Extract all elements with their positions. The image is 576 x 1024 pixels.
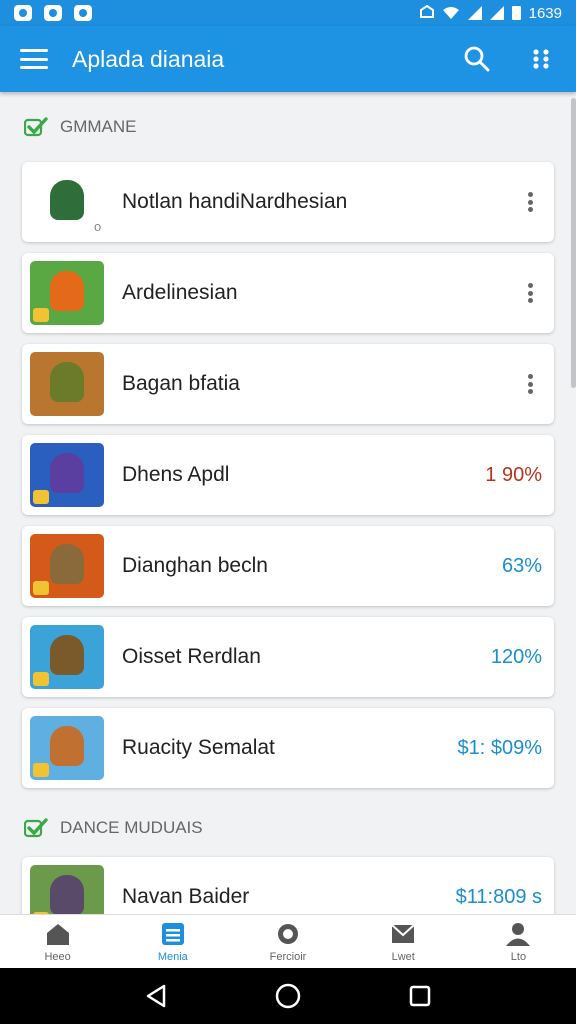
game-thumbnail [30, 443, 104, 507]
nav-label: Heeo [44, 950, 71, 963]
signal-icon [489, 6, 504, 20]
game-thumbnail [30, 352, 104, 416]
item-value: $1: $09% [457, 736, 542, 759]
list-item[interactable]: Navan Baider $11:809 s [22, 857, 554, 914]
nav-menia[interactable]: Menia [115, 915, 230, 968]
item-value: 120% [490, 645, 542, 668]
nav-label: Lto [510, 950, 527, 963]
notification-icon [44, 5, 62, 21]
section-header: GMMANE [0, 92, 576, 162]
battery-icon [511, 6, 521, 20]
section-title: GMMANE [60, 117, 137, 136]
item-title: Dianghan becln [122, 554, 268, 577]
list-icon [161, 922, 184, 945]
corner-mark: o [94, 219, 102, 234]
list-item[interactable]: Notlan handiNardhesian o [22, 162, 554, 242]
app-bar: Aplada dianaia [0, 26, 576, 92]
settings-icon [278, 923, 298, 944]
nav-fercioir[interactable]: Fercioir [230, 915, 345, 968]
bottom-navigation: Heeo Menia Fercioir Lwet Lto [0, 914, 576, 968]
more-vert-icon[interactable] [522, 281, 538, 305]
home-button-icon[interactable] [273, 981, 303, 1011]
signal-icon [467, 6, 482, 20]
game-thumbnail [30, 716, 104, 780]
mail-icon [391, 923, 415, 943]
notification-icon [14, 5, 32, 21]
notification-icon [74, 5, 92, 21]
status-bar: 1639 [0, 0, 576, 26]
nav-label: Fercioir [269, 950, 307, 963]
game-thumbnail [30, 534, 104, 598]
item-title: Bagan bfatia [122, 372, 240, 395]
list-item[interactable]: Ruacity Semalat $1: $09% [22, 708, 554, 788]
more-grid-icon[interactable] [526, 44, 556, 74]
wifi-icon [442, 7, 459, 19]
app-title: Aplada dianaia [72, 45, 225, 72]
search-icon[interactable] [462, 44, 492, 74]
check-badge-icon [24, 117, 48, 137]
content-list[interactable]: GMMANE Notlan handiNardhesian o Ardeline… [0, 92, 576, 914]
back-icon[interactable] [141, 981, 171, 1011]
recents-icon[interactable] [405, 981, 435, 1011]
game-thumbnail [30, 625, 104, 689]
list-item[interactable]: Dianghan becln 63% [22, 526, 554, 606]
scrollbar[interactable] [571, 98, 576, 388]
item-title: Ardelinesian [122, 281, 238, 304]
item-value: $11:809 s [455, 885, 542, 908]
more-vert-icon[interactable] [522, 372, 538, 396]
nav-lto[interactable]: Lto [461, 915, 576, 968]
item-title: Ruacity Semalat [122, 736, 275, 759]
list-item[interactable]: Bagan bfatia [22, 344, 554, 424]
nav-lwet[interactable]: Lwet [346, 915, 461, 968]
list-item[interactable]: Oisset Rerdlan 120% [22, 617, 554, 697]
item-title: Oisset Rerdlan [122, 645, 261, 668]
menu-icon[interactable] [20, 49, 48, 69]
nav-label: Lwet [391, 950, 415, 963]
person-icon [506, 922, 531, 946]
check-badge-icon [24, 818, 48, 838]
section-header: DANCE MUDUAIS [0, 799, 576, 857]
game-thumbnail [30, 865, 104, 914]
item-value: 63% [501, 554, 542, 577]
more-vert-icon[interactable] [522, 190, 538, 214]
list-item[interactable]: Dhens Apdl 1 90% [22, 435, 554, 515]
clock-time: 1639 [528, 4, 562, 22]
item-title: Notlan handiNardhesian [122, 190, 348, 213]
nav-home[interactable]: Heeo [0, 915, 115, 968]
section-title: DANCE MUDUAIS [60, 818, 203, 837]
game-thumbnail [30, 261, 104, 325]
list-item[interactable]: Ardelinesian [22, 253, 554, 333]
item-title: Dhens Apdl [122, 463, 230, 486]
system-navigation [0, 968, 576, 1024]
game-thumbnail [30, 170, 104, 234]
item-value: 1 90% [485, 463, 542, 486]
item-title: Navan Baider [122, 885, 250, 908]
vpn-icon [419, 5, 434, 18]
nav-label: Menia [157, 950, 188, 963]
home-icon [46, 923, 69, 945]
